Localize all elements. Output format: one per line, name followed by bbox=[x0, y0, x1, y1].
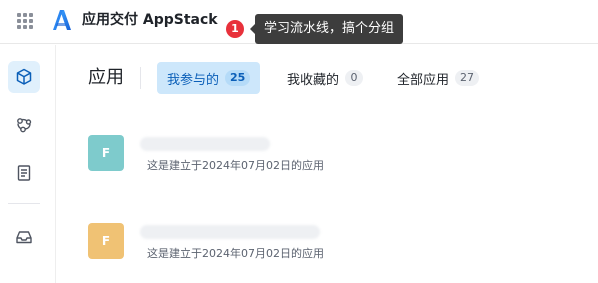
sidebar-item-documents[interactable] bbox=[8, 157, 40, 189]
app-switcher-grid-icon[interactable] bbox=[17, 13, 33, 29]
sidebar-item-inbox[interactable] bbox=[8, 221, 40, 253]
inbox-icon bbox=[16, 231, 32, 244]
app-description: 这是建立于2024年07月02日的应用 bbox=[147, 159, 324, 172]
app-list-item[interactable]: F 这是建立于2024年07月02日的应用 bbox=[88, 223, 568, 279]
app-title[interactable]: 应用交付 AppStack bbox=[82, 10, 218, 30]
app-name-redacted[interactable] bbox=[140, 137, 270, 151]
app-avatar: F bbox=[88, 223, 124, 259]
app-avatar: F bbox=[88, 135, 124, 171]
tab-label: 全部应用 bbox=[397, 72, 450, 88]
page-title: 应用 bbox=[88, 67, 124, 88]
sidebar bbox=[0, 45, 56, 283]
pipeline-icon bbox=[17, 118, 32, 133]
sidebar-item-apps[interactable] bbox=[8, 61, 40, 93]
sidebar-divider bbox=[8, 203, 40, 204]
tab-favorites[interactable]: 我收藏的 0 bbox=[277, 62, 373, 94]
tab-count: 25 bbox=[225, 70, 251, 86]
sidebar-item-pipelines[interactable] bbox=[8, 109, 40, 141]
app-description: 这是建立于2024年07月02日的应用 bbox=[147, 247, 324, 260]
tab-count: 0 bbox=[345, 70, 364, 86]
app-list-item[interactable]: F 这是建立于2024年07月02日的应用 bbox=[88, 135, 568, 191]
appstack-logo-icon bbox=[53, 10, 71, 30]
tab-label: 我参与的 bbox=[167, 72, 220, 88]
title-divider bbox=[140, 67, 141, 89]
app-name-redacted[interactable] bbox=[140, 225, 320, 239]
document-icon bbox=[17, 165, 31, 181]
notification-badge[interactable]: 1 bbox=[226, 20, 244, 38]
tab-label: 我收藏的 bbox=[287, 72, 340, 88]
tooltip: 学习流水线，搞个分组 bbox=[249, 14, 404, 44]
tab-count: 27 bbox=[455, 70, 480, 86]
cube-icon bbox=[16, 68, 32, 85]
tab-all-apps[interactable]: 全部应用 27 bbox=[387, 62, 489, 94]
tab-participated[interactable]: 我参与的 25 bbox=[157, 62, 261, 94]
